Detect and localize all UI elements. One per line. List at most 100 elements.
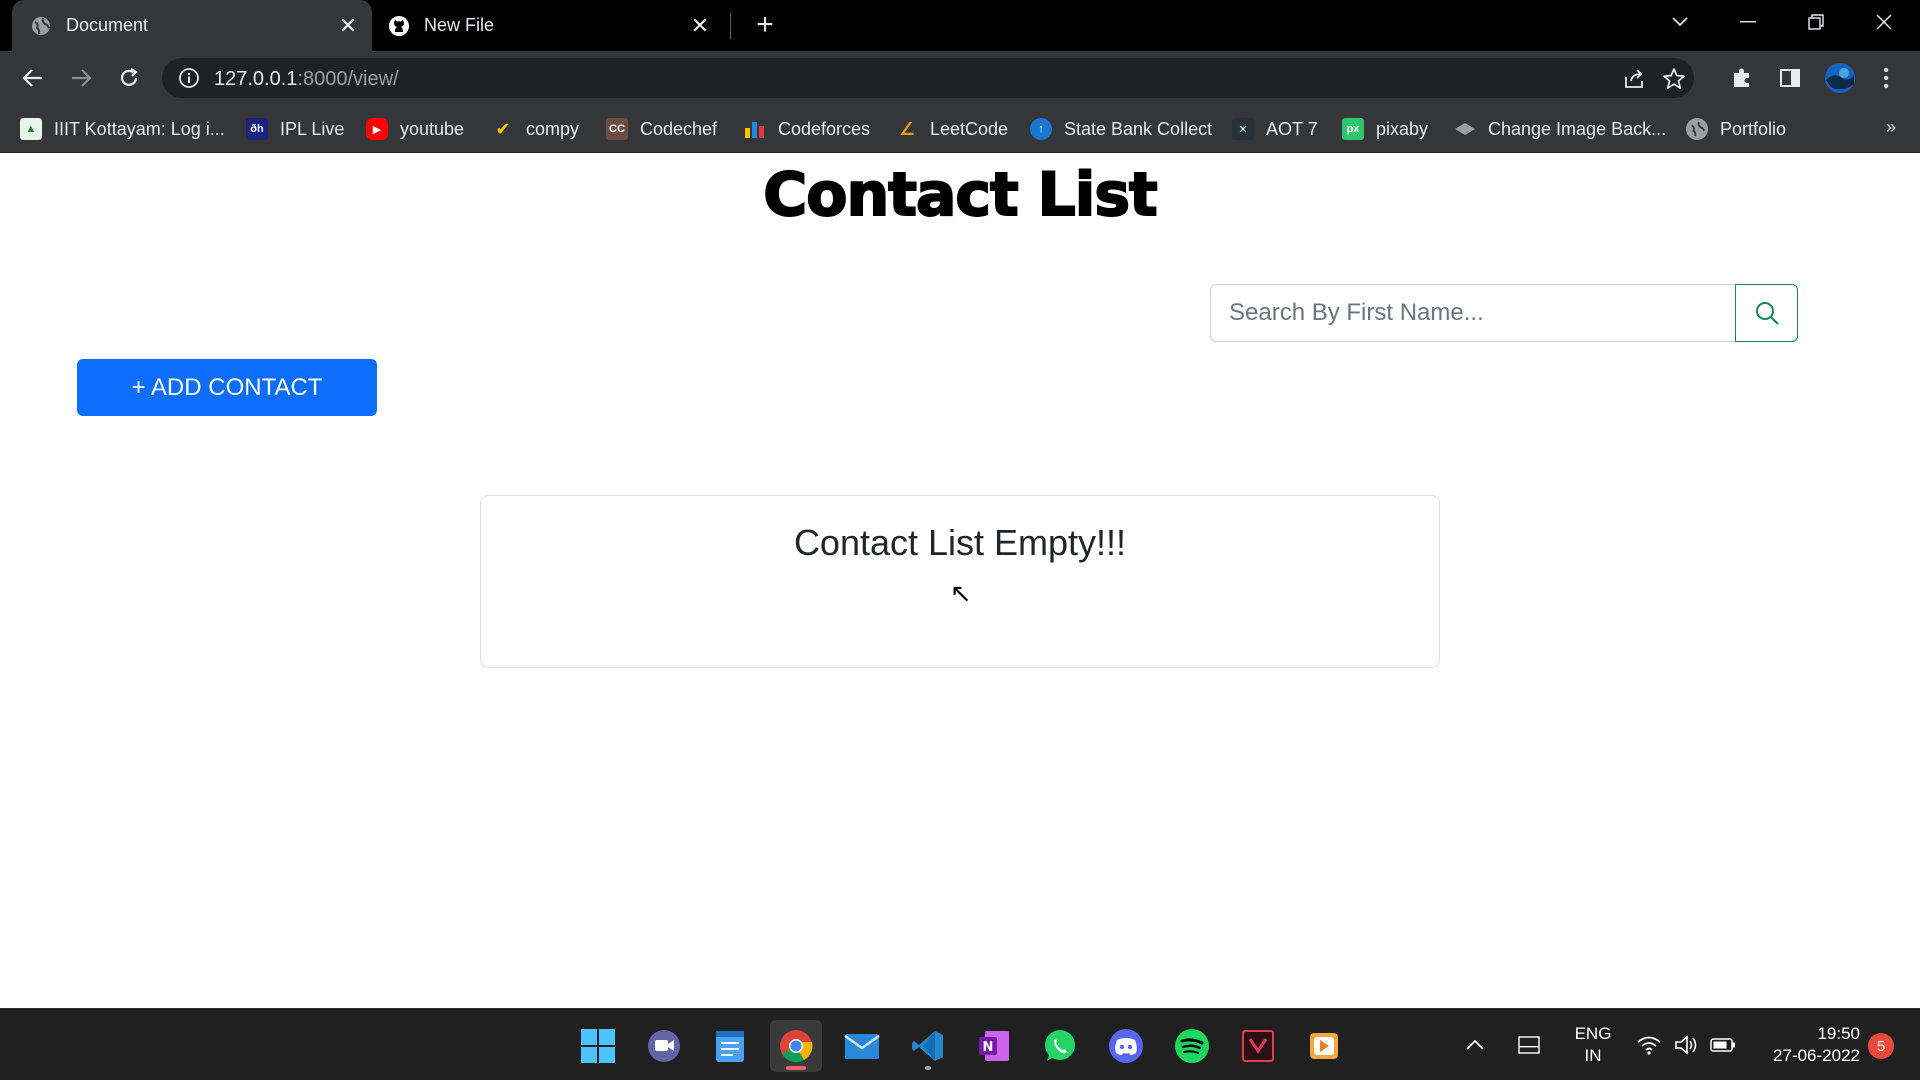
sbi-icon: ↑ xyxy=(1030,118,1052,140)
bookmarks-bar: ▲ IIIT Kottayam: Log i... ðh IPL Live ▶ … xyxy=(0,105,1920,153)
app-icon[interactable] xyxy=(1232,1020,1284,1072)
windows-start-icon[interactable] xyxy=(572,1020,624,1072)
date-text: 27-06-2022 xyxy=(1773,1046,1860,1065)
chevron-up-icon xyxy=(1466,1040,1484,1050)
volume-icon[interactable] xyxy=(1672,1009,1702,1081)
globe-icon xyxy=(1686,118,1708,140)
media-player-icon[interactable] xyxy=(1298,1020,1350,1072)
onenote-icon[interactable]: N xyxy=(968,1020,1020,1072)
close-tab-icon[interactable]: ✕ xyxy=(336,13,360,38)
wifi-icon[interactable] xyxy=(1634,1009,1664,1081)
compy-icon: ✔ xyxy=(495,118,511,139)
more-vert-icon xyxy=(1883,67,1889,89)
puzzle-icon xyxy=(1734,68,1749,87)
notification-badge[interactable]: 5 xyxy=(1868,1033,1894,1059)
bookmark-label: Codeforces xyxy=(778,118,871,139)
side-panel-icon xyxy=(1780,69,1800,87)
touch-keyboard-button[interactable] xyxy=(1514,1009,1544,1081)
leetcode-icon: ∠ xyxy=(898,118,916,139)
notepad-icon[interactable] xyxy=(704,1020,756,1072)
aot-icon: ✕ xyxy=(1232,118,1254,140)
close-window-button[interactable] xyxy=(1854,0,1914,44)
tab-document[interactable]: Document ✕ xyxy=(12,0,372,51)
extensions-button[interactable] xyxy=(1728,64,1756,92)
bookmark-label: pixaby xyxy=(1376,118,1429,139)
reload-button[interactable] xyxy=(112,61,146,95)
bookmark-codeforces[interactable]: Codeforces xyxy=(744,115,870,143)
address-bar[interactable]: 127.0.0.1:8000/view/ xyxy=(162,58,1694,98)
side-panel-button[interactable] xyxy=(1776,64,1804,92)
restore-button[interactable] xyxy=(1786,0,1846,44)
bookmark-compy[interactable]: ✔ compy xyxy=(492,115,579,143)
search-input[interactable] xyxy=(1210,284,1736,342)
vscode-icon[interactable] xyxy=(902,1020,954,1072)
windows-taskbar: N ENG IN 19:50 27-06-2022 5 xyxy=(0,1008,1920,1080)
arrow-left-icon xyxy=(22,69,42,87)
browser-tab-strip: Document ✕ New File ✕ + xyxy=(0,0,1920,51)
time-text: 19:50 xyxy=(1817,1024,1860,1043)
mail-icon[interactable] xyxy=(836,1020,888,1072)
bookmarks-overflow-button[interactable]: » xyxy=(1886,117,1896,138)
tab-title: Document xyxy=(66,15,149,35)
tab-new-file[interactable]: New File ✕ xyxy=(372,0,724,51)
close-tab-icon[interactable]: ✕ xyxy=(688,13,712,38)
bookmark-aot7[interactable]: ✕ AOT 7 xyxy=(1232,115,1318,143)
spotify-icon[interactable] xyxy=(1166,1020,1218,1072)
globe-icon xyxy=(30,15,52,37)
page-title: Contact List xyxy=(762,159,1158,231)
chevron-down-icon xyxy=(1672,17,1688,27)
url-text: 127.0.0.1:8000/view/ xyxy=(214,68,399,90)
codeforces-icon xyxy=(744,118,766,140)
bookmark-label: Portfolio xyxy=(1720,118,1787,139)
tab-search-button[interactable] xyxy=(1650,0,1710,44)
close-icon xyxy=(1876,14,1892,30)
search-form xyxy=(1210,284,1798,342)
layers-icon xyxy=(1454,118,1476,140)
new-tab-button[interactable]: + xyxy=(750,10,780,40)
bookmark-label: IIIT Kottayam: Log i... xyxy=(54,118,225,139)
show-hidden-icons-button[interactable] xyxy=(1460,1009,1490,1081)
star-icon[interactable] xyxy=(1662,67,1686,91)
clock[interactable]: 19:50 27-06-2022 xyxy=(1750,1023,1860,1067)
share-icon[interactable] xyxy=(1622,67,1646,91)
bookmark-iiit-kottayam[interactable]: ▲ IIIT Kottayam: Log i... xyxy=(20,115,225,143)
restore-icon xyxy=(1808,14,1824,30)
forward-button[interactable] xyxy=(64,61,98,95)
whatsapp-icon[interactable] xyxy=(1034,1020,1086,1072)
tab-title: New File xyxy=(424,15,495,35)
bookmark-label: IPL Live xyxy=(280,118,345,139)
bookmark-state-bank[interactable]: ↑ State Bank Collect xyxy=(1030,115,1212,143)
minimize-button[interactable] xyxy=(1718,0,1778,44)
bookmark-pixabay[interactable]: px pixaby xyxy=(1342,115,1428,143)
bookmark-label: AOT 7 xyxy=(1266,118,1318,139)
site-info-icon xyxy=(179,68,199,88)
bookmark-youtube[interactable]: ▶ youtube xyxy=(366,115,464,143)
keyboard-icon xyxy=(1518,1036,1540,1054)
bookmark-ipl-live[interactable]: ðh IPL Live xyxy=(246,115,344,143)
minimize-icon xyxy=(1740,21,1756,23)
chrome-icon[interactable] xyxy=(770,1020,822,1072)
search-button[interactable] xyxy=(1735,284,1798,342)
menu-button[interactable] xyxy=(1872,64,1900,92)
bookmark-change-image[interactable]: Change Image Back... xyxy=(1454,115,1666,143)
search-icon xyxy=(1755,302,1779,325)
iiit-icon: ▲ xyxy=(20,118,42,140)
language-indicator[interactable]: ENG IN xyxy=(1570,1023,1616,1067)
bookmark-portfolio[interactable]: Portfolio xyxy=(1686,115,1786,143)
pixabay-icon: px xyxy=(1342,118,1364,140)
bookmark-label: Codechef xyxy=(640,118,718,139)
ipl-icon: ðh xyxy=(246,118,268,140)
discord-icon[interactable] xyxy=(1100,1020,1152,1072)
back-button[interactable] xyxy=(16,61,50,95)
bookmark-leetcode[interactable]: ∠ LeetCode xyxy=(896,115,1008,143)
teams-chat-icon[interactable] xyxy=(638,1020,690,1072)
battery-icon[interactable] xyxy=(1708,1009,1738,1081)
arrow-right-icon xyxy=(72,69,92,87)
bookmark-label: State Bank Collect xyxy=(1064,118,1213,139)
bookmark-label: compy xyxy=(526,118,580,139)
github-icon xyxy=(388,15,410,37)
add-contact-button[interactable]: + ADD CONTACT xyxy=(77,359,377,416)
bookmark-codechef[interactable]: CC Codechef xyxy=(606,115,717,143)
empty-message: Contact List Empty!!! xyxy=(793,522,1127,563)
profile-avatar[interactable] xyxy=(1824,62,1856,94)
